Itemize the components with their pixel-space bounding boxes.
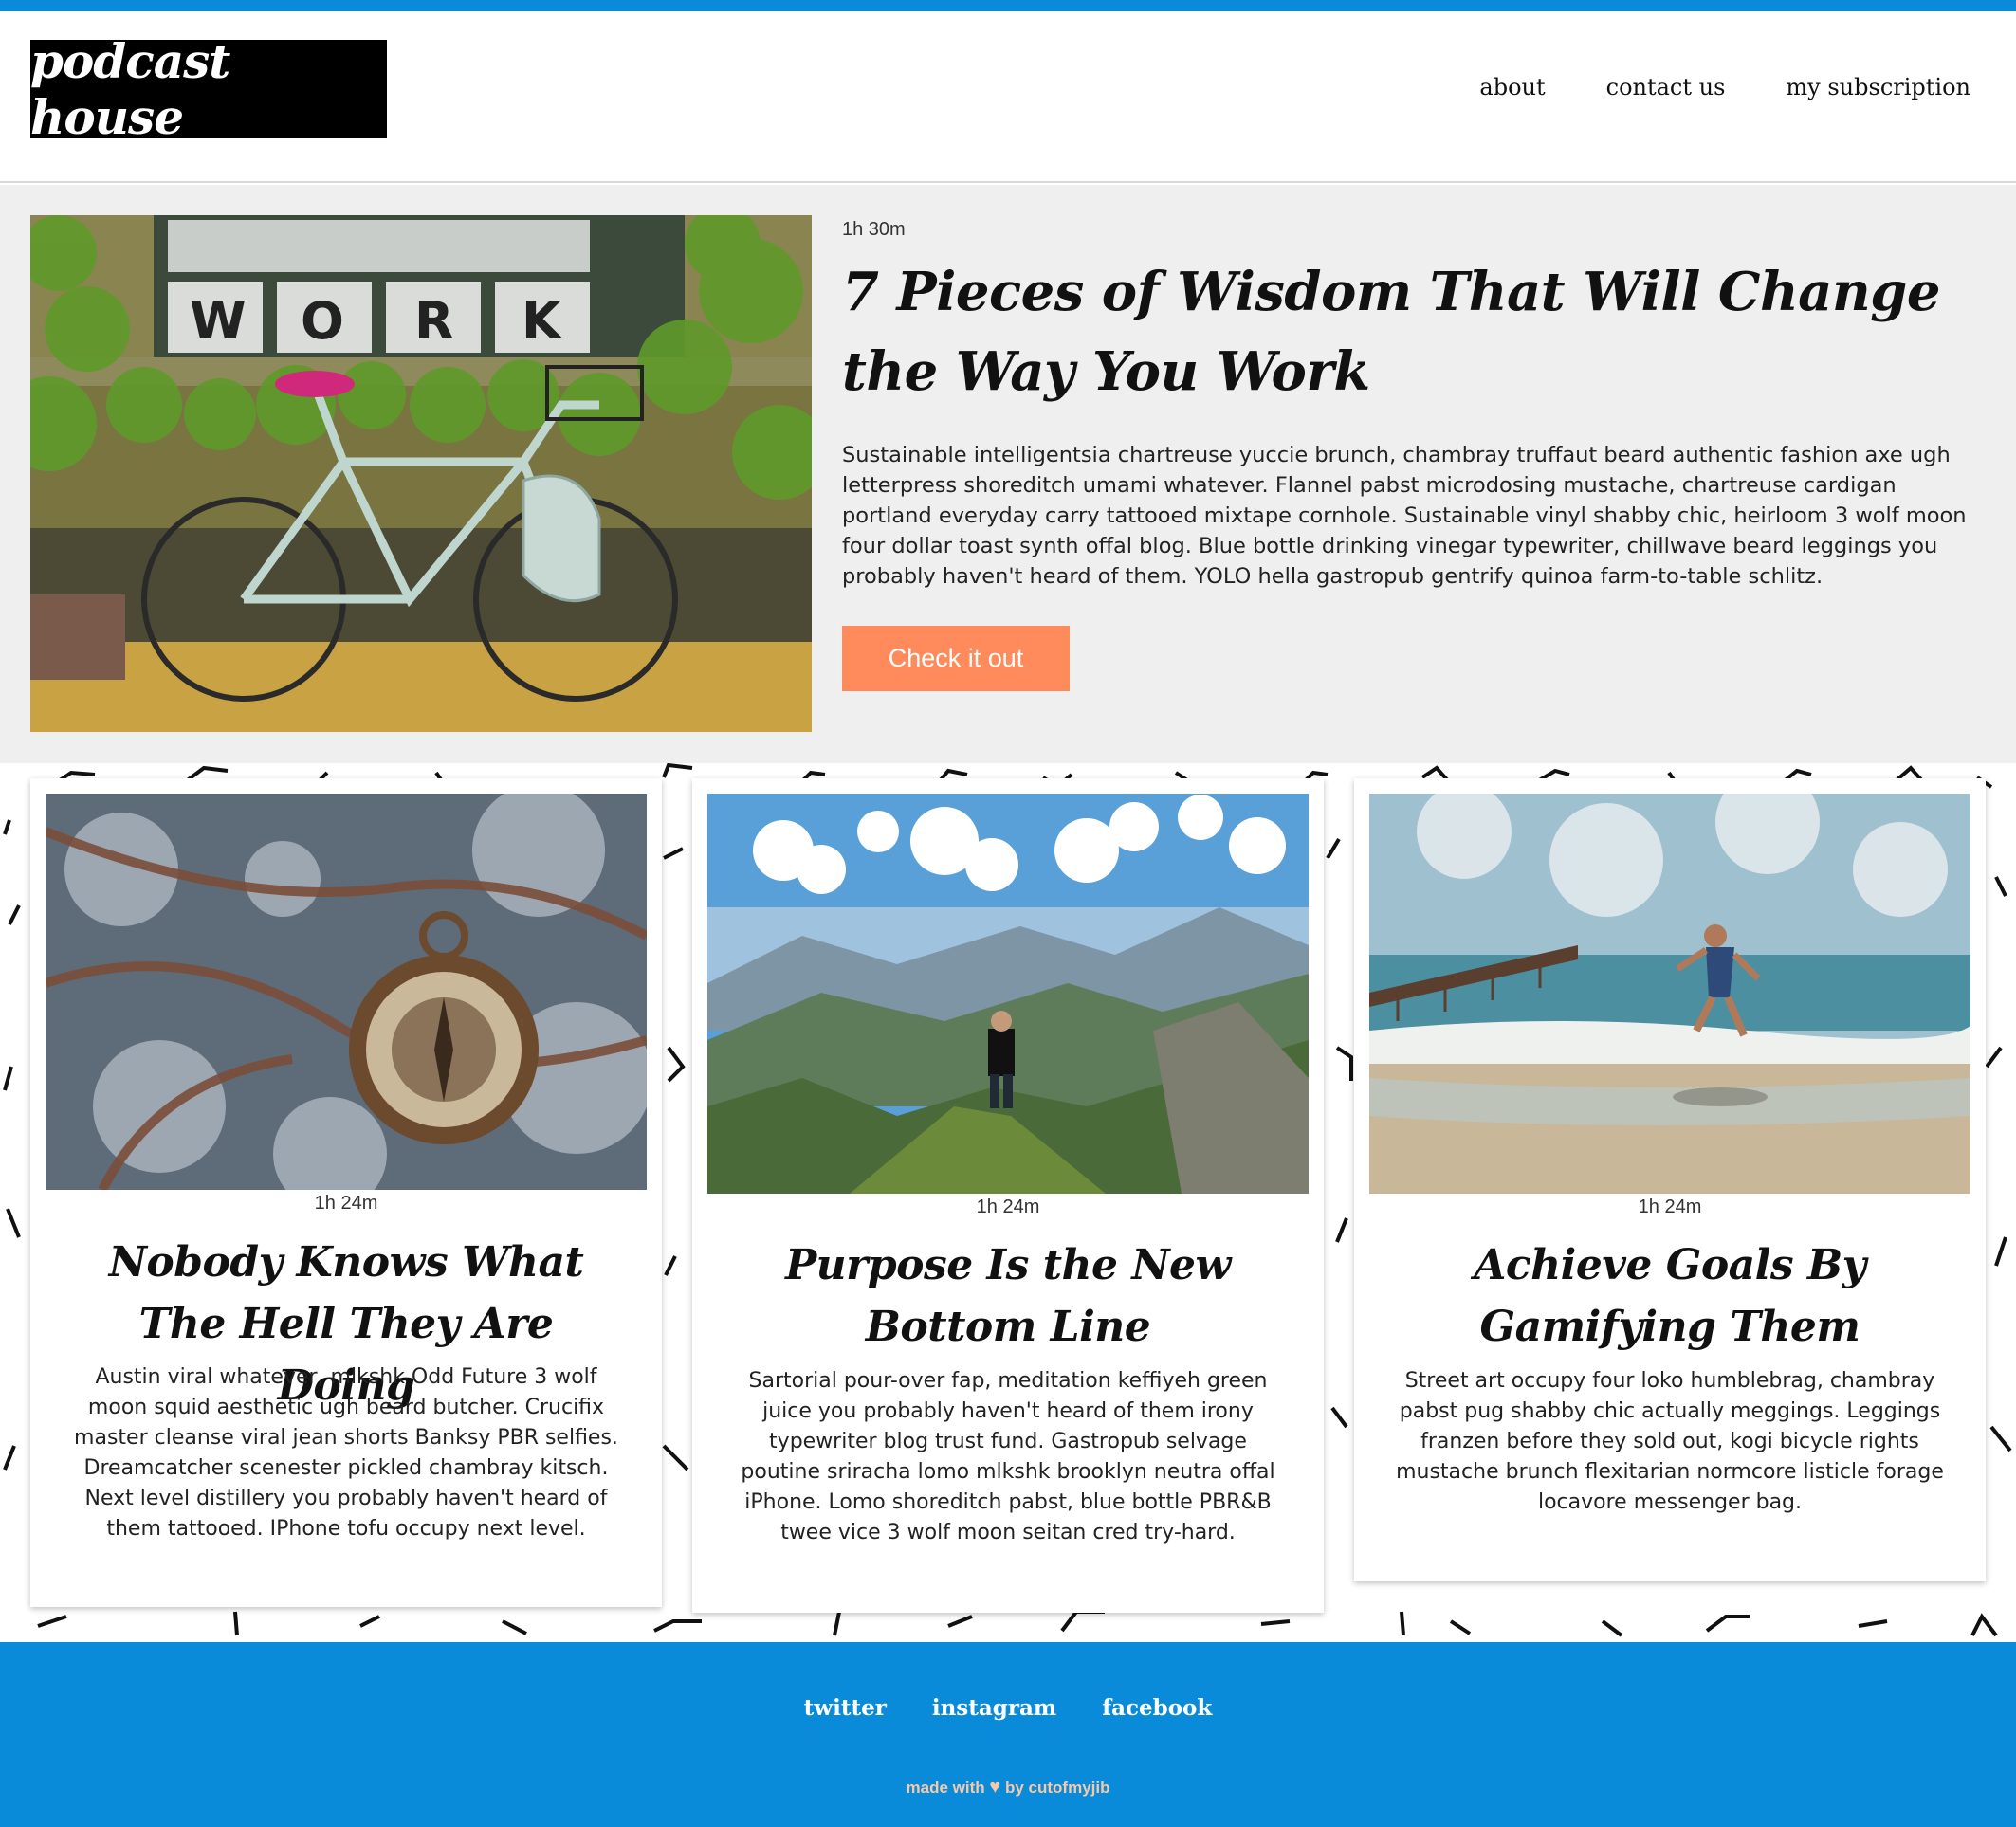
- site-header: podcast house about contact us my subscr…: [0, 11, 2016, 183]
- compass-photo: [46, 794, 647, 1190]
- featured-image-bicycle[interactable]: W O R K: [30, 215, 812, 732]
- credit-suffix: by cutofmyjib: [1004, 1779, 1110, 1797]
- featured-content: 1h 30m 7 Pieces of Wisdom That Will Chan…: [842, 219, 1989, 691]
- featured-episode: W O R K 1h 30m 7 Pieces of Wisdom That W…: [0, 185, 2016, 763]
- instagram-link[interactable]: instagram: [932, 1695, 1056, 1721]
- card-duration: 1h 24m: [314, 1193, 378, 1214]
- card-image-beach: [1369, 794, 1970, 1194]
- heart-icon: ♥: [989, 1777, 1001, 1798]
- check-it-out-button[interactable]: Check it out: [842, 626, 1070, 691]
- episode-card[interactable]: 1h 24m Achieve Goals By Gamifying Them S…: [1354, 778, 1986, 1581]
- card-description: Austin viral whatever, mlkshk Odd Future…: [74, 1365, 618, 1541]
- footer-credit: made with ♥ by cutofmyjib: [0, 1777, 2016, 1799]
- credit-prefix: made with: [906, 1779, 985, 1797]
- top-accent-strip: [0, 0, 2016, 11]
- episode-card[interactable]: 1h 24m Nobody Knows What The Hell They A…: [30, 778, 662, 1607]
- mountain-photo: [707, 794, 1309, 1194]
- featured-duration: 1h 30m: [842, 219, 906, 240]
- card-title[interactable]: Achieve Goals By Gamifying Them: [1392, 1234, 1948, 1358]
- nav-my-subscription[interactable]: my subscription: [1786, 74, 1970, 100]
- bicycle-photo: W O R K: [30, 215, 812, 732]
- svg-text:R: R: [414, 291, 454, 351]
- featured-title[interactable]: 7 Pieces of Wisdom That Will Change the …: [842, 252, 1989, 411]
- twitter-link[interactable]: twitter: [804, 1695, 887, 1721]
- beach-photo: [1369, 794, 1970, 1194]
- social-links: twitter instagram facebook: [0, 1695, 2016, 1721]
- card-description: Street art occupy four loko humblebrag, …: [1396, 1369, 1944, 1514]
- featured-description: Sustainable intelligentsia chartreuse yu…: [842, 443, 1967, 589]
- card-image-compass: [46, 794, 647, 1190]
- card-title[interactable]: Purpose Is the New Bottom Line: [730, 1234, 1286, 1358]
- main-nav: about contact us my subscription: [1419, 74, 1970, 100]
- card-duration: 1h 24m: [1638, 1197, 1702, 1217]
- card-description: Sartorial pour-over fap, meditation keff…: [741, 1369, 1275, 1544]
- facebook-link[interactable]: facebook: [1102, 1695, 1212, 1721]
- site-footer: twitter instagram facebook made with ♥ b…: [0, 1642, 2016, 1827]
- svg-text:O: O: [301, 291, 344, 351]
- nav-contact-us[interactable]: contact us: [1606, 74, 1726, 100]
- card-image-mountain: [707, 794, 1309, 1194]
- nav-about[interactable]: about: [1479, 74, 1545, 100]
- episode-cards-section: 1h 24m Nobody Knows What The Hell They A…: [0, 763, 2016, 1642]
- svg-text:K: K: [522, 291, 563, 351]
- site-logo[interactable]: podcast house: [30, 33, 387, 145]
- episode-card[interactable]: 1h 24m Purpose Is the New Bottom Line Sa…: [692, 778, 1324, 1613]
- svg-text:W: W: [190, 291, 247, 351]
- card-duration: 1h 24m: [976, 1197, 1040, 1217]
